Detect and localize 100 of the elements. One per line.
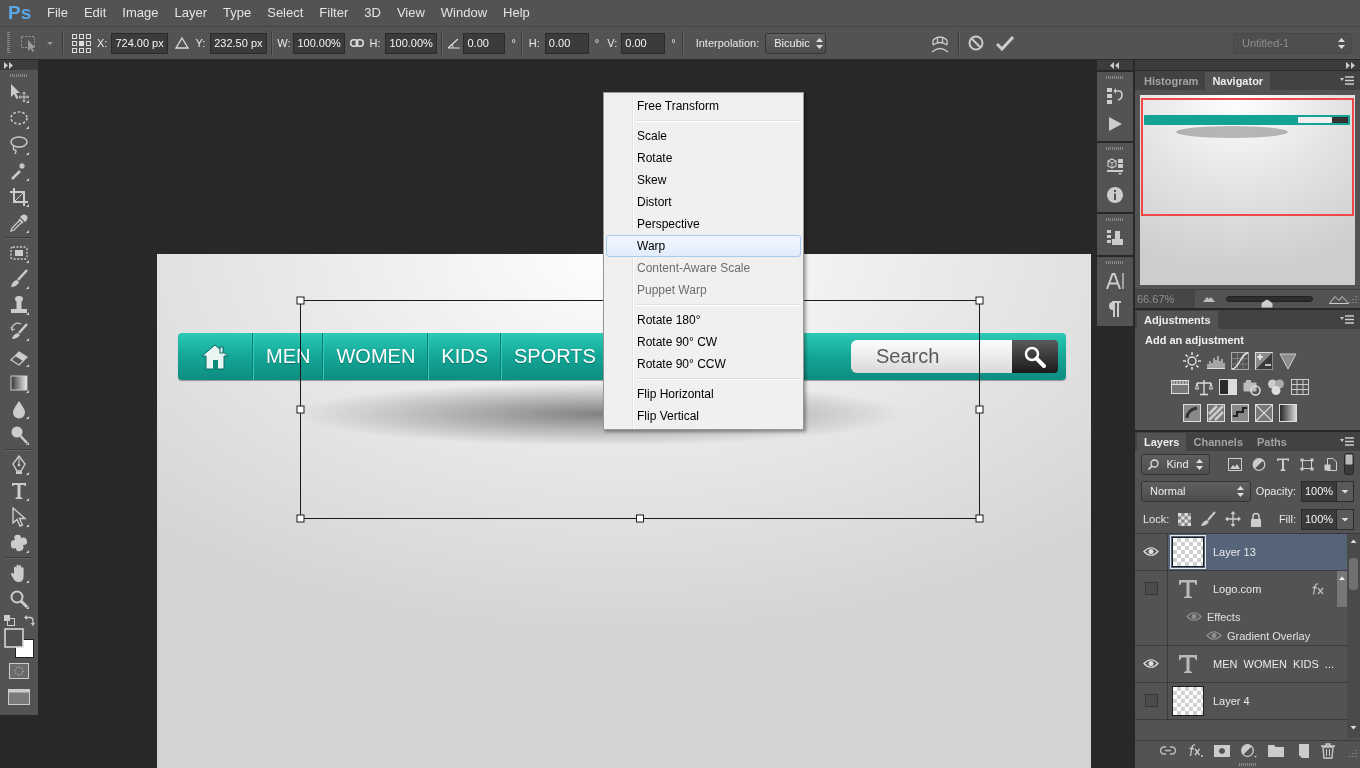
vertical-skew-field[interactable]: 0.00 [621,32,666,54]
eyedropper-icon[interactable] [9,213,29,233]
slider-thumb[interactable] [1260,299,1273,308]
layer-row[interactable]: Layer 13 [1168,534,1347,570]
menu-item[interactable]: Edit [75,3,115,23]
grip-icon[interactable] [1106,76,1124,79]
menu-item[interactable]: Filter [311,3,357,23]
cancel-icon[interactable] [968,35,985,51]
grip-icon[interactable] [1238,762,1257,766]
folder-icon[interactable] [1267,744,1284,757]
history-list-icon[interactable] [1105,86,1125,106]
panel-menu-icon[interactable] [1340,315,1354,324]
plus-minus-icon[interactable] [1254,352,1273,370]
dashed-ellipse-icon[interactable] [9,109,29,129]
blend-mode-dropdown[interactable]: Normal [1141,480,1251,502]
link-icon[interactable] [1159,746,1176,755]
toggle-switch[interactable] [1344,453,1354,475]
swap-arrow-icon[interactable] [23,615,35,626]
triangle-icon[interactable] [1278,352,1297,370]
scrollbar[interactable] [1347,534,1360,738]
hand-icon[interactable] [9,563,29,583]
quick-mask-icon[interactable] [9,663,29,679]
stamp-icon[interactable] [9,295,29,315]
link-icon[interactable] [350,39,365,47]
menu-item[interactable]: File [39,3,76,23]
expand-toggle-icon[interactable] [1337,571,1347,607]
default-colors-icon[interactable] [3,615,15,626]
blob-shape-icon[interactable] [9,533,29,553]
magic-wand-icon[interactable] [9,161,29,181]
letter-a-cursor-icon[interactable] [1105,271,1125,291]
menu-item[interactable]: Select [259,3,312,23]
grid-icon[interactable] [1290,378,1309,396]
zoom-icon[interactable] [9,589,29,609]
resize-grip-icon[interactable] [1349,295,1357,303]
panel-tab[interactable]: Navigator [1205,72,1271,90]
letter-t-icon[interactable] [1276,457,1290,471]
menu-item[interactable]: 3D [356,3,389,23]
rotation-field[interactable]: 0.00 [463,32,506,54]
brush-arrow-icon[interactable] [9,321,29,341]
half-circle-icon[interactable] [1240,743,1257,758]
filter-kind-dropdown[interactable]: Kind [1141,453,1210,475]
search-icon[interactable] [1024,345,1046,368]
stamp-list-icon[interactable] [1105,228,1125,248]
updown-caret-icon[interactable] [815,37,823,49]
menu-item[interactable]: Rotate 90° CW [606,331,801,353]
grip-icon[interactable] [1106,218,1124,221]
angle-icon[interactable] [447,37,462,49]
pointer-arrow-icon[interactable] [9,507,29,527]
half-filled-square-icon[interactable] [1218,378,1237,396]
checkmark-icon[interactable] [996,35,1015,51]
curve-grid-icon[interactable] [1230,352,1249,370]
updown-caret-icon[interactable] [1237,485,1244,497]
striped-rect-icon[interactable] [1170,378,1189,396]
menu-item[interactable]: Scale [606,125,801,147]
screen-mode-icon[interactable] [8,689,30,705]
navigator-preview[interactable] [1140,95,1355,285]
layer-row[interactable]: MEN WOMEN KIDS ... [1168,646,1347,682]
step-line-square-icon[interactable] [1230,404,1249,422]
menu-item[interactable]: Flip Vertical [606,405,801,427]
arrow-cross-icon[interactable] [9,83,29,103]
interpolation-dropdown[interactable]: Bicubic [765,32,827,54]
scales-icon[interactable] [1194,378,1213,396]
grip-icon[interactable] [1106,261,1124,264]
double-arrow-icon[interactable] [4,61,14,69]
panel-tab[interactable]: Histogram [1137,72,1206,90]
updown-caret-icon[interactable] [1196,458,1203,470]
small-mountains-icon[interactable] [1203,296,1215,302]
layer-row[interactable]: Layer 4 [1168,683,1347,719]
opacity-field[interactable]: 100% [1301,480,1336,502]
x-square-icon[interactable] [1254,404,1273,422]
menu-item[interactable]: Perspective [606,213,801,235]
fill-field[interactable]: 100% [1301,508,1336,530]
house-icon[interactable] [201,343,229,370]
text-tool-icon[interactable] [9,481,29,501]
reference-grid-icon[interactable] [72,33,91,53]
menu-item[interactable]: Help [495,3,538,23]
color-swatches-icon[interactable] [4,628,34,658]
panel-tab[interactable]: Paths [1250,433,1294,451]
horizontal-skew-field[interactable]: 0.00 [544,32,589,54]
info-icon[interactable] [1105,185,1125,205]
panel-tab[interactable]: Channels [1186,433,1250,451]
trash-icon[interactable] [1319,742,1336,759]
grip-icon[interactable] [1106,147,1124,150]
large-mountains-icon[interactable] [1329,294,1349,304]
panel-tab[interactable]: Layers [1137,433,1187,451]
double-arrow-icon[interactable] [1110,61,1120,69]
menu-item[interactable]: View [388,3,433,23]
menu-item[interactable]: Skew [606,169,801,191]
grip-icon[interactable] [10,74,28,77]
crop-icon[interactable] [9,187,29,207]
three-circles-icon[interactable] [1266,378,1285,396]
menu-item[interactable]: Window [432,3,496,23]
menu-item[interactable]: Distort [606,191,801,213]
corner-square-icon[interactable] [1300,457,1314,471]
warp-mesh-icon[interactable] [930,33,951,53]
half-circle-icon[interactable] [1252,457,1266,471]
height-field[interactable]: 100.00% [385,32,438,54]
lasso-icon[interactable] [9,135,29,155]
menu-item[interactable]: Image [114,3,167,23]
y-position-field[interactable]: 232.50 px [210,32,268,54]
